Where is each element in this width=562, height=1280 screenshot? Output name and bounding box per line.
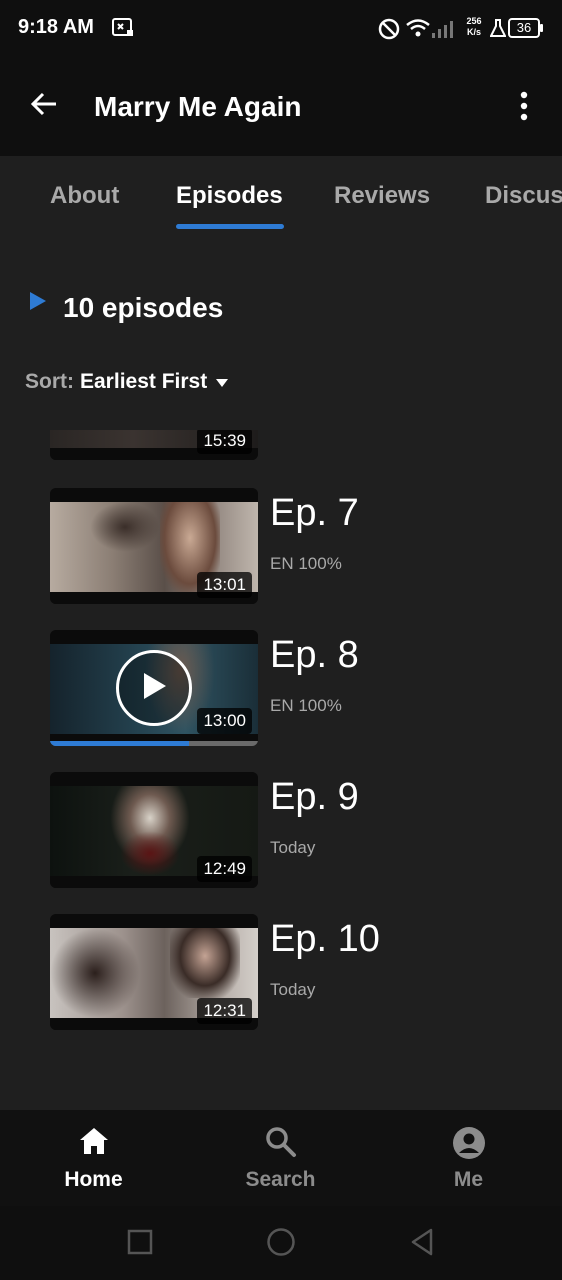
tab-reviews[interactable]: Reviews [334,182,430,210]
sort-label: Sort: [25,370,74,393]
do-not-disturb-icon [378,18,400,45]
episode-thumbnail[interactable]: 13:01 [50,488,258,604]
nav-home-label: Home [64,1168,123,1191]
nav-home[interactable]: Home [0,1110,187,1206]
tab-about[interactable]: About [50,182,119,210]
battery-level: 36 [516,20,532,35]
episode-item[interactable]: 13:00 Ep. 8 EN 100% [50,630,530,748]
signal-icon [430,20,456,43]
search-icon [265,1126,297,1163]
sort-dropdown[interactable]: Sort: Earliest First [25,370,229,394]
episode-title: Ep. 8 [270,634,359,676]
active-tab-indicator [176,224,284,229]
home-system-button[interactable] [263,1226,299,1262]
episode-duration: 12:31 [197,998,252,1024]
episode-duration: 13:00 [197,708,252,734]
home-icon [78,1126,110,1161]
watch-progress-bar [50,741,258,746]
nav-search[interactable]: Search [187,1110,374,1206]
episode-item[interactable]: 12:31 Ep. 10 Today [50,914,530,1032]
wifi-icon [405,18,431,43]
episode-list[interactable]: 15:39 13:01 Ep. 7 EN 100% 13:00 Ep. 8 EN… [0,430,562,1110]
episode-subtitle: EN 100% [270,554,342,573]
nav-search-label: Search [245,1168,316,1191]
watch-progress-fill [50,741,190,746]
episode-thumbnail[interactable]: 15:39 [50,430,258,460]
episode-item[interactable]: 12:49 Ep. 9 Today [50,772,530,890]
nav-me[interactable]: Me [375,1110,562,1206]
episode-duration: 15:39 [197,430,252,454]
status-bar: 9:18 AM 256 K/s 36 [0,0,562,58]
episode-duration: 13:01 [197,572,252,598]
episode-thumbnail[interactable]: 13:00 [50,630,258,746]
episode-item[interactable]: 13:01 Ep. 7 EN 100% [50,488,530,606]
play-icon [140,671,168,706]
play-button[interactable] [116,650,192,726]
page-title: Marry Me Again [94,91,302,122]
network-speed-unit: K/s [466,27,481,37]
network-speed-value: 256 [466,16,482,26]
back-button[interactable] [24,86,64,126]
tab-discussion[interactable]: Discus [485,182,562,210]
network-speed: 256 K/s [463,16,485,38]
flask-icon [489,18,507,43]
tab-episodes[interactable]: Episodes [176,182,283,210]
episode-subtitle: Today [270,838,316,857]
episode-duration: 12:49 [197,856,252,882]
episode-thumbnail[interactable]: 12:31 [50,914,258,1030]
episodes-count: 10 episodes [63,292,224,323]
screenshot-icon [112,18,134,43]
episodes-toggle[interactable] [28,290,48,317]
episode-title: Ep. 10 [270,918,380,960]
app-bar: Marry Me Again [0,58,562,156]
episode-item[interactable]: 15:39 [50,430,530,462]
triangle-back-icon [409,1228,435,1261]
play-triangle-icon [28,290,48,317]
recents-button[interactable] [122,1226,158,1262]
episode-title: Ep. 9 [270,776,359,818]
back-system-button[interactable] [404,1226,440,1262]
nav-me-label: Me [453,1168,484,1191]
more-vert-icon [520,91,528,126]
bottom-navigation: Home Search Me [0,1110,562,1206]
status-time: 9:18 AM [18,16,94,38]
battery-icon: 36 [508,18,544,38]
more-options-button[interactable] [508,88,540,128]
back-arrow-icon [30,90,58,123]
square-icon [127,1229,153,1260]
account-icon [452,1126,486,1165]
episode-subtitle: EN 100% [270,696,342,715]
caret-down-icon [215,370,229,394]
system-navigation-bar [0,1206,562,1280]
tab-bar: About Episodes Reviews Discus [0,156,562,240]
circle-icon [266,1227,296,1262]
sort-value: Earliest First [80,370,208,393]
episode-subtitle: Today [270,980,316,999]
episode-thumbnail[interactable]: 12:49 [50,772,258,888]
episode-title: Ep. 7 [270,492,359,534]
